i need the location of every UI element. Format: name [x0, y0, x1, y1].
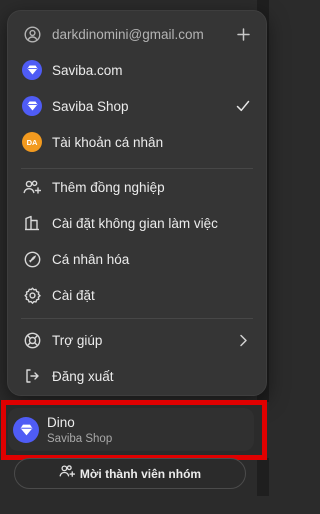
workspace-building-icon	[21, 212, 43, 234]
account-email: darkdinomini@gmail.com	[52, 26, 204, 42]
checkmark-icon	[234, 97, 252, 115]
workspace-label: Saviba.com	[52, 62, 123, 78]
menu-item-label: Cài đặt	[52, 287, 95, 303]
add-people-icon	[21, 176, 43, 198]
menu-item-personalize[interactable]: Cá nhân hóa	[8, 241, 266, 277]
menu-item-help[interactable]: Trợ giúp	[8, 322, 266, 358]
menu-item-add-colleagues[interactable]: Thêm đồng nghiệp	[8, 169, 266, 205]
bottom-area	[0, 496, 269, 514]
workspace-item-personal[interactable]: DA Tài khoản cá nhân	[8, 124, 266, 160]
chevron-right-icon	[234, 331, 252, 349]
personalize-icon	[21, 248, 43, 270]
menu-item-label: Thêm đồng nghiệp	[52, 179, 165, 195]
menu-item-label: Cài đặt không gian làm việc	[52, 215, 218, 231]
account-menu: darkdinomini@gmail.com Saviba.com Saviba…	[7, 10, 267, 396]
user-circle-icon	[21, 23, 43, 45]
workspace-item-saviba-shop[interactable]: Saviba Shop	[8, 88, 266, 124]
workspace-label: Saviba Shop	[52, 98, 129, 114]
menu-item-settings[interactable]: Cài đặt	[8, 277, 266, 313]
add-people-icon	[59, 464, 75, 483]
add-account-icon[interactable]	[234, 25, 252, 43]
gear-icon	[21, 284, 43, 306]
menu-item-label: Trợ giúp	[52, 332, 103, 348]
account-email-row: darkdinomini@gmail.com	[8, 16, 266, 52]
menu-divider	[21, 318, 253, 319]
invite-button-label: Mời thành viên nhóm	[79, 466, 202, 481]
brand-diamond-icon	[21, 95, 43, 117]
menu-item-label: Cá nhân hóa	[52, 251, 130, 267]
invite-team-button[interactable]: Mời thành viên nhóm	[14, 458, 246, 489]
avatar: DA	[21, 131, 43, 153]
brand-diamond-icon	[21, 59, 43, 81]
menu-item-workspace-settings[interactable]: Cài đặt không gian làm việc	[8, 205, 266, 241]
menu-item-logout[interactable]: Đăng xuất	[8, 358, 266, 394]
menu-item-label: Đăng xuất	[52, 368, 114, 384]
workspace-label: Tài khoản cá nhân	[52, 134, 164, 150]
help-lifebuoy-icon	[21, 329, 43, 351]
workspace-item-saviba-com[interactable]: Saviba.com	[8, 52, 266, 88]
highlight-box	[1, 400, 267, 460]
logout-icon	[21, 365, 43, 387]
